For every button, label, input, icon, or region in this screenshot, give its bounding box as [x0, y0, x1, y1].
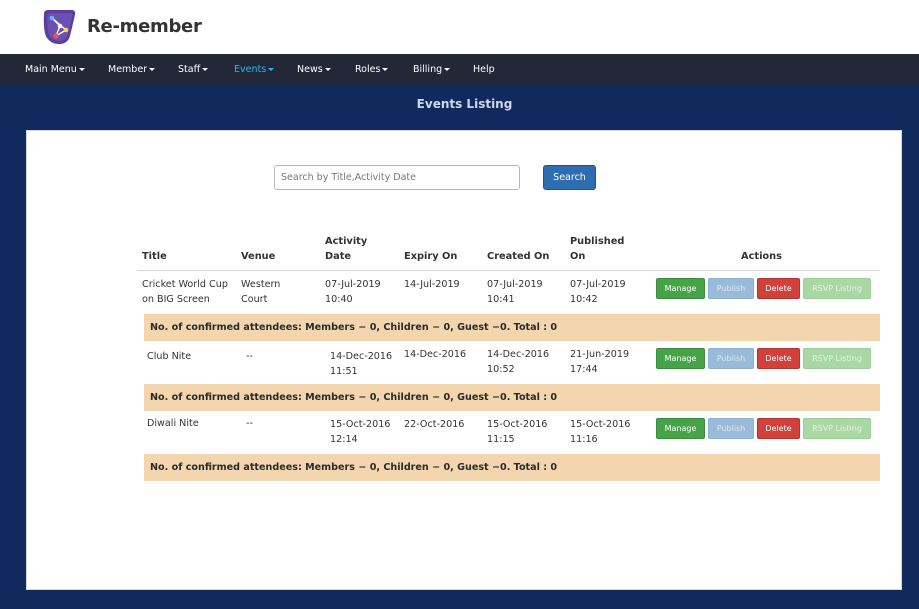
nav-main-menu[interactable]: Main Menu [25, 54, 85, 85]
event-venue-cell: -- [246, 418, 253, 429]
caret-down-icon [268, 68, 275, 71]
nav-member-label: Member [108, 64, 148, 75]
column-header-activity-date-line2: Date [325, 251, 352, 262]
caret-down-icon [149, 68, 156, 71]
published-on-line2: 11:16 [570, 434, 598, 445]
activity-date-cell: 14-Dec-2016 11:51 [330, 349, 392, 379]
rsvp-listing-button[interactable]: RSVP Listing [803, 418, 871, 439]
search-button[interactable]: Search [543, 165, 596, 190]
activity-date-cell: 15-Oct-2016 12:14 [330, 417, 390, 447]
caret-down-icon [324, 68, 331, 71]
created-on-line2: 10:52 [487, 364, 515, 375]
caret-down-icon [202, 68, 209, 71]
attendees-summary: No. of confirmed attendees: Members − 0,… [144, 314, 880, 341]
column-header-published-on-line1: Published [570, 236, 625, 247]
published-on-cell: 15-Oct-2016 11:16 [570, 417, 630, 447]
published-on-cell: 07-Jul-2019 10:42 [570, 277, 626, 307]
event-title-cell: Cricket World Cup on BIG Screen [142, 277, 228, 307]
column-header-published-on: Published On [570, 234, 624, 264]
activity-date-line2: 10:40 [325, 294, 353, 305]
nav-news[interactable]: News [297, 54, 331, 85]
event-venue-cell: Western Court [241, 277, 280, 307]
nav-help[interactable]: Help [473, 54, 495, 85]
publish-button[interactable]: Publish [708, 278, 754, 299]
column-header-created-on: Created On [487, 251, 550, 262]
expiry-date-cell: 22-Oct-2016 [404, 419, 465, 430]
rsvp-listing-button[interactable]: RSVP Listing [803, 348, 871, 369]
nav-roles-label: Roles [355, 64, 381, 75]
event-title-cell: Diwali Nite [147, 418, 199, 429]
nav-news-label: News [297, 64, 323, 75]
caret-down-icon [444, 68, 451, 71]
event-title-line1: Cricket World Cup [142, 279, 228, 290]
published-on-line1: 07-Jul-2019 [570, 279, 626, 290]
page-title: Events Listing [416, 97, 513, 111]
delete-button[interactable]: Delete [757, 418, 800, 439]
activity-date-line1: 07-Jul-2019 [325, 279, 381, 290]
created-on-line1: 14-Dec-2016 [487, 349, 550, 360]
column-header-venue: Venue [241, 251, 276, 262]
expiry-date-cell: 14-Dec-2016 [404, 349, 467, 360]
column-header-actions: Actions [741, 251, 782, 262]
nav-help-label: Help [473, 64, 495, 75]
publish-button[interactable]: Publish [708, 418, 754, 439]
nav-staff[interactable]: Staff [178, 54, 209, 85]
nav-member[interactable]: Member [108, 54, 156, 85]
activity-date-line1: 15-Oct-2016 [330, 419, 391, 430]
search-input[interactable] [274, 165, 520, 190]
activity-date-line1: 14-Dec-2016 [330, 351, 393, 362]
published-on-line1: 21-Jun-2019 [570, 349, 630, 360]
nav-events[interactable]: Events [234, 54, 275, 85]
app-name[interactable]: Re-member [87, 16, 202, 37]
caret-down-icon [382, 68, 389, 71]
created-on-cell: 07-Jul-2019 10:41 [487, 277, 543, 307]
published-on-line2: 10:42 [570, 294, 598, 305]
delete-button[interactable]: Delete [757, 278, 800, 299]
created-on-line1: 07-Jul-2019 [487, 279, 543, 290]
delete-button[interactable]: Delete [757, 348, 800, 369]
manage-button[interactable]: Manage [656, 348, 705, 369]
app-header: Re-member [0, 0, 919, 54]
main-navbar: Main Menu Member Staff Events News Roles… [0, 54, 919, 85]
column-header-activity-date-line1: Activity [325, 236, 368, 247]
nav-billing-label: Billing [413, 64, 443, 75]
table-header-divider [137, 270, 880, 271]
nav-billing[interactable]: Billing [413, 54, 451, 85]
nav-main-menu-label: Main Menu [25, 64, 77, 75]
column-header-published-on-line2: On [570, 251, 586, 262]
published-on-line2: 17:44 [570, 364, 598, 375]
event-venue-cell: -- [246, 351, 253, 362]
created-on-cell: 15-Oct-2016 11:15 [487, 417, 547, 447]
column-header-title: Title [142, 251, 167, 262]
manage-button[interactable]: Manage [656, 418, 705, 439]
column-header-activity-date: Activity Date [325, 234, 367, 264]
event-venue-line2: Court [241, 294, 268, 305]
nav-roles[interactable]: Roles [355, 54, 389, 85]
created-on-line2: 10:41 [487, 294, 515, 305]
app-logo-icon[interactable] [40, 8, 78, 46]
created-on-line2: 11:15 [487, 434, 515, 445]
event-title-line2: on BIG Screen [142, 294, 210, 305]
publish-button[interactable]: Publish [708, 348, 754, 369]
manage-button[interactable]: Manage [656, 278, 705, 299]
nav-events-label: Events [234, 64, 267, 75]
event-title-cell: Club Nite [147, 351, 192, 362]
published-on-cell: 21-Jun-2019 17:44 [570, 347, 629, 377]
attendees-summary: No. of confirmed attendees: Members − 0,… [144, 454, 880, 481]
created-on-line1: 15-Oct-2016 [487, 419, 548, 430]
activity-date-line2: 12:14 [330, 434, 358, 445]
attendees-summary: No. of confirmed attendees: Members − 0,… [144, 384, 880, 411]
rsvp-listing-button[interactable]: RSVP Listing [803, 278, 871, 299]
activity-date-cell: 07-Jul-2019 10:40 [325, 277, 381, 307]
published-on-line1: 15-Oct-2016 [570, 419, 631, 430]
event-venue-line1: Western [241, 279, 281, 290]
nav-staff-label: Staff [178, 64, 201, 75]
expiry-date-cell: 14-Jul-2019 [404, 279, 460, 290]
activity-date-line2: 11:51 [330, 366, 358, 377]
created-on-cell: 14-Dec-2016 10:52 [487, 347, 549, 377]
caret-down-icon [78, 68, 85, 71]
column-header-expiry-on: Expiry On [404, 251, 458, 262]
